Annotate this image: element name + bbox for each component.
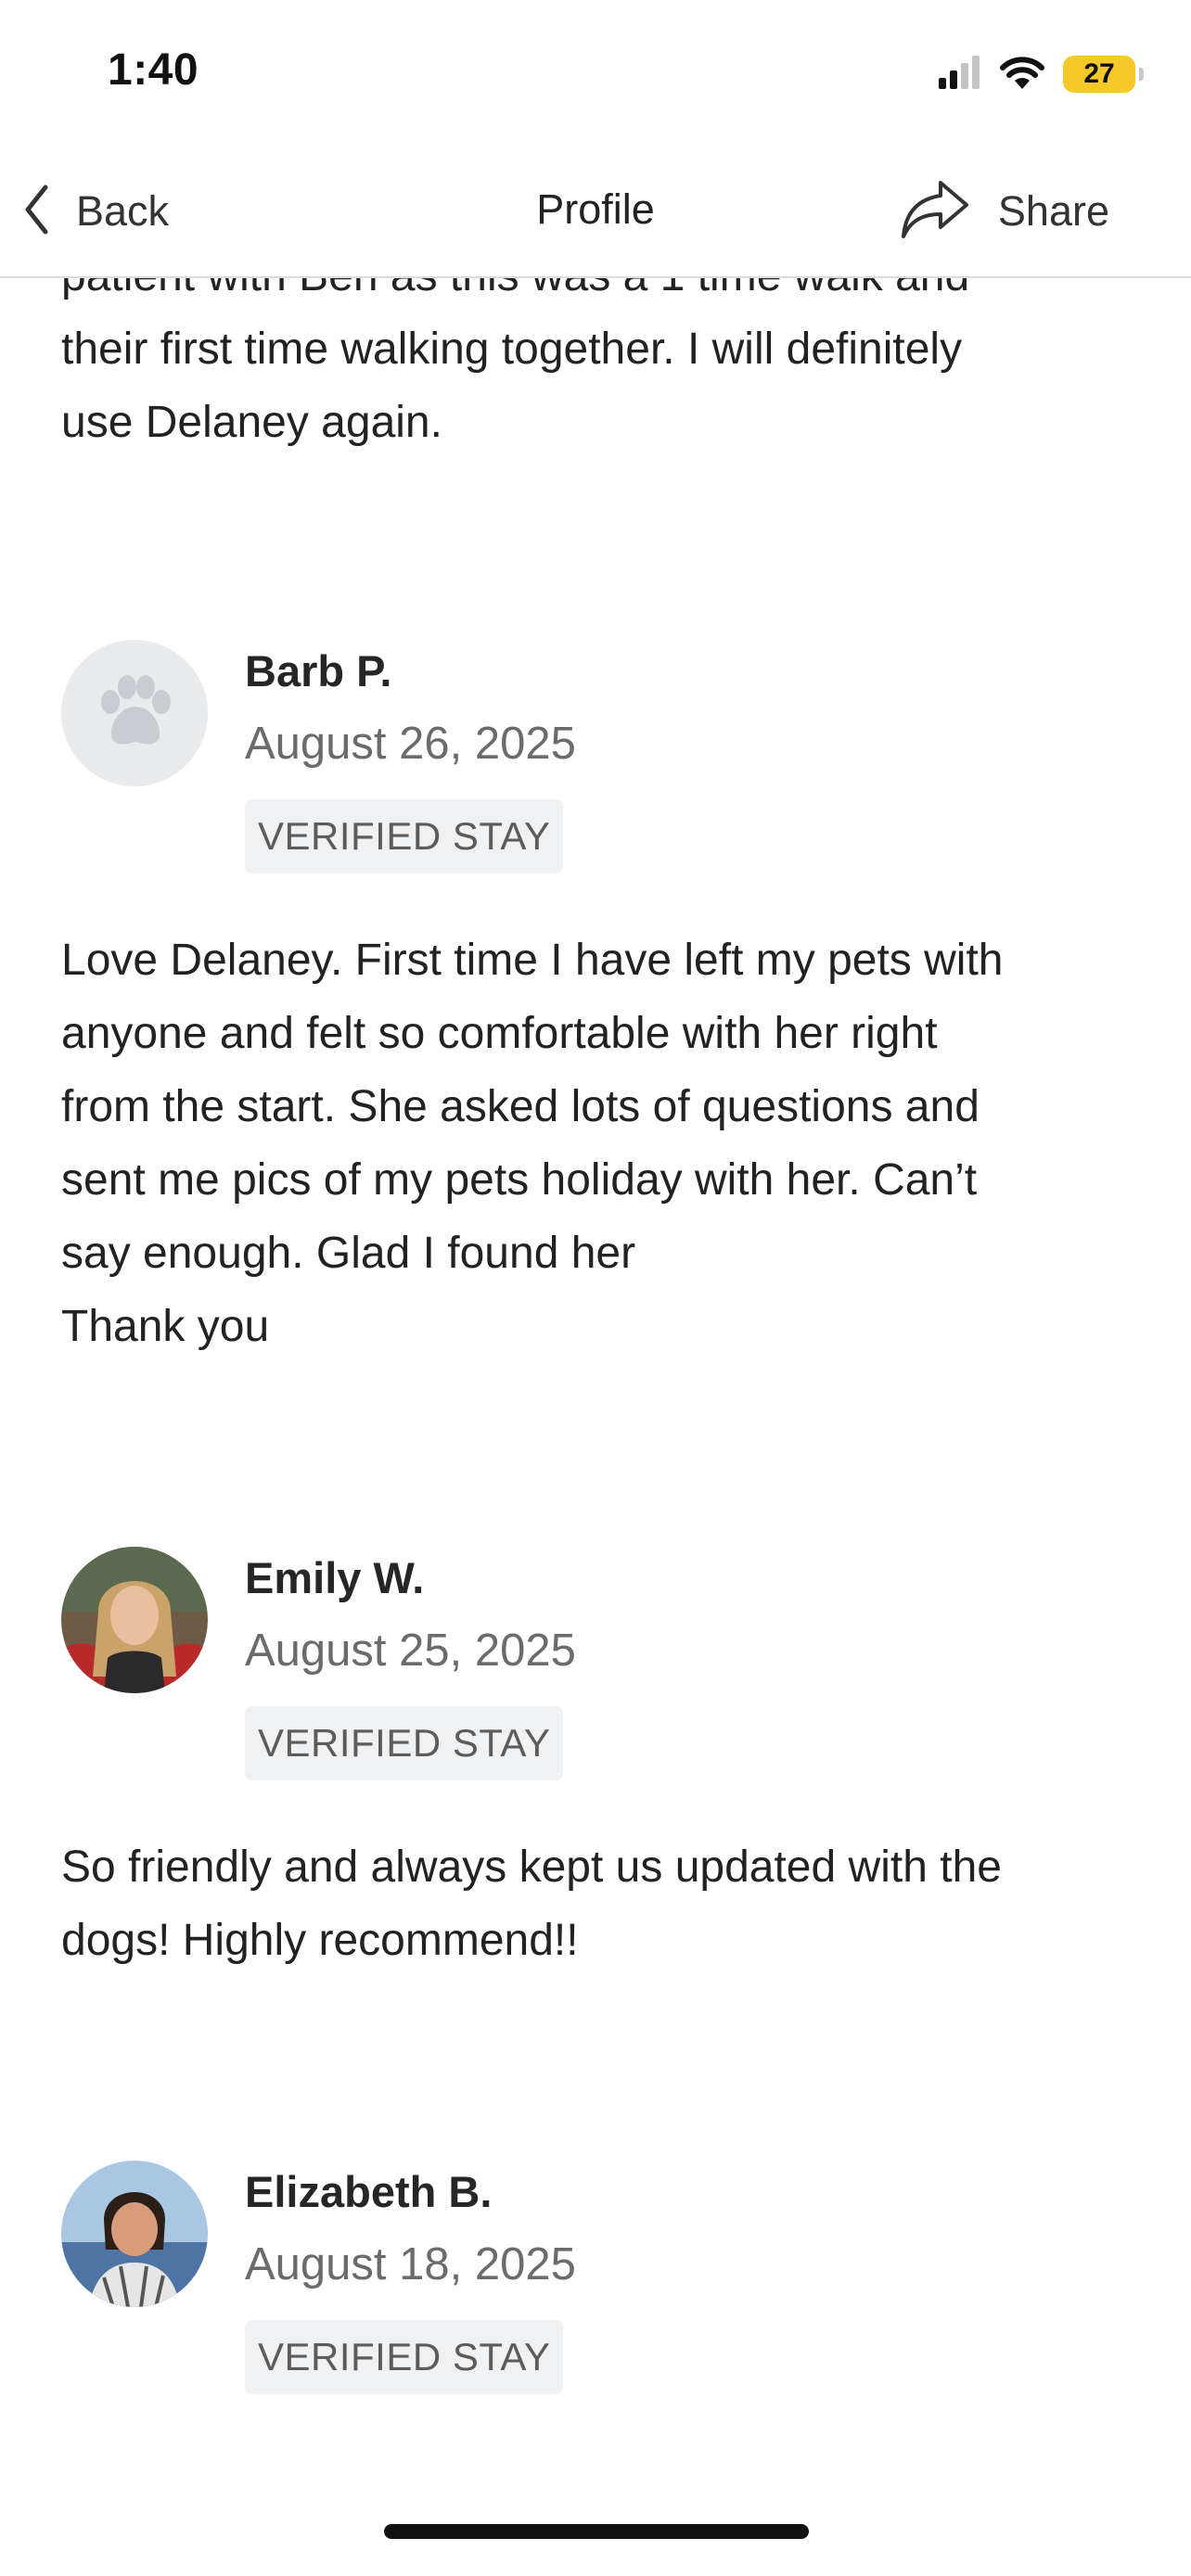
- avatar: [61, 1547, 208, 1693]
- share-label: Share: [997, 187, 1109, 235]
- reviews-list[interactable]: patient with Ben as this was a 1 time wa…: [0, 221, 1191, 2465]
- reviewer-name[interactable]: Emily W.: [245, 1552, 424, 1603]
- review-text: So friendly and always kept us updated w…: [61, 1843, 1002, 1965]
- verified-stay-badge: VERIFIED STAY: [245, 2320, 564, 2394]
- verified-stay-badge: VERIFIED STAY: [245, 1706, 564, 1780]
- verified-stay-badge: VERIFIED STAY: [245, 799, 564, 874]
- review-text-previous: their first time walking together. I wil…: [61, 325, 963, 447]
- wifi-icon: [998, 54, 1046, 96]
- share-arrow-icon: [900, 177, 970, 247]
- avatar: [61, 640, 208, 786]
- review-date: August 25, 2025: [245, 1626, 576, 1676]
- battery-indicator: 27: [1063, 56, 1144, 93]
- avatar: [61, 2161, 208, 2307]
- reviewer-name[interactable]: Elizabeth B.: [245, 2166, 492, 2217]
- battery-tip: [1139, 68, 1144, 81]
- navigation-bar: Back Profile Share: [0, 148, 1191, 278]
- share-button[interactable]: Share: [900, 174, 1109, 249]
- status-bar: 1:40 27: [0, 0, 1191, 148]
- review-date: August 18, 2025: [245, 2239, 576, 2289]
- paw-icon: [101, 675, 171, 745]
- home-indicator[interactable]: [384, 2524, 809, 2539]
- battery-level: 27: [1083, 58, 1115, 89]
- status-time: 1:40: [108, 45, 199, 95]
- review-header: Elizabeth B. August 18, 2025 VERIFIED ST…: [61, 2161, 1137, 2402]
- review-date: August 26, 2025: [245, 719, 576, 769]
- reviewer-name[interactable]: Barb P.: [245, 645, 392, 696]
- status-indicators: 27: [939, 54, 1144, 96]
- review-text: Love Delaney. First time I have left my …: [61, 936, 1004, 1351]
- review-header: Emily W. August 25, 2025 VERIFIED STAY: [61, 1547, 1137, 1788]
- cellular-signal-icon: [939, 54, 981, 96]
- review-header: Barb P. August 26, 2025 VERIFIED STAY: [61, 640, 1137, 881]
